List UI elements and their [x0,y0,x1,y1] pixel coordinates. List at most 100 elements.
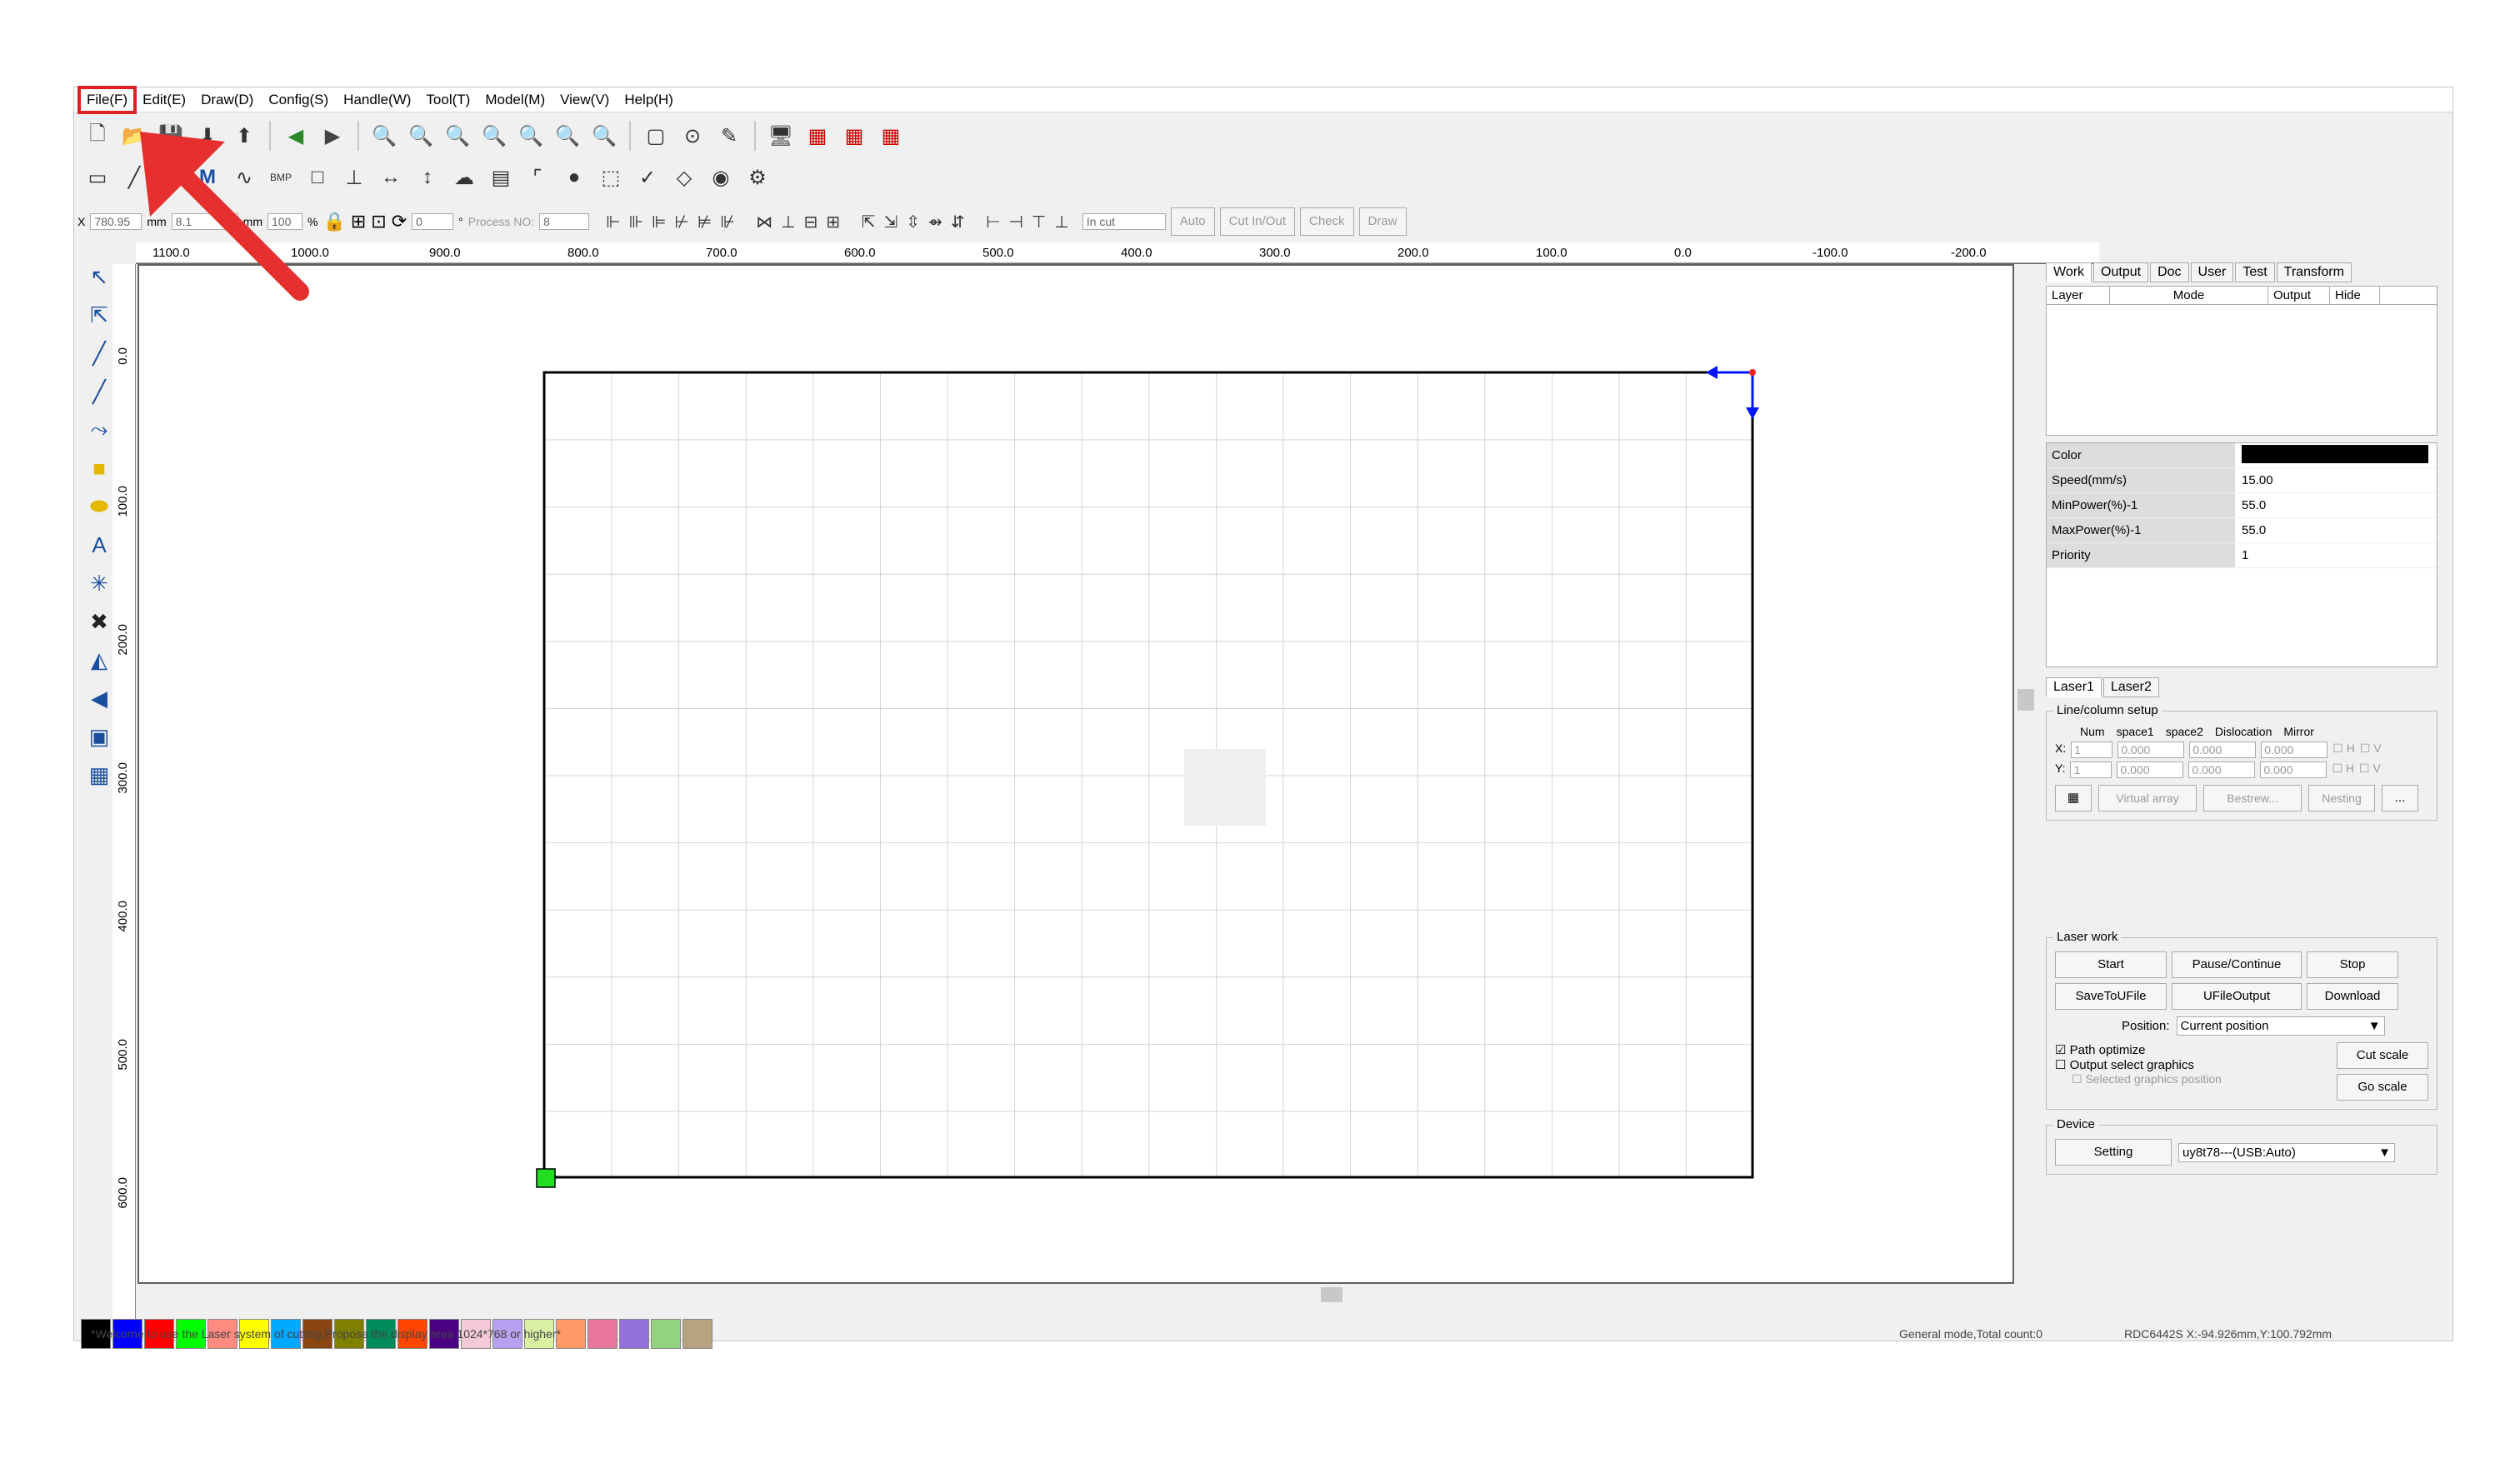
doc-icon[interactable]: ▤ [484,161,518,194]
prop-value[interactable]: 55.0 [2235,523,2266,537]
prop-value[interactable]: 1 [2235,548,2248,562]
mirror-v-icon[interactable]: ◀ [82,682,116,714]
zoom-out-icon[interactable]: 🔍 [441,119,474,152]
color-value[interactable] [2235,444,2428,467]
more-button[interactable]: ... [2382,785,2418,811]
text-tool-icon[interactable]: A [82,529,116,561]
virtual-array-button[interactable]: Virtual array [2098,785,2197,811]
polyline-icon[interactable]: ╱ [82,376,116,407]
mirror-h-icon[interactable]: ◭ [82,644,116,676]
position-select[interactable]: Current position ▼ [2176,1016,2385,1036]
laser-icon[interactable]: ▭ [81,161,114,194]
tab-doc[interactable]: Doc [2150,262,2189,282]
pause-continue-button[interactable]: Pause/Continue [2172,951,2302,978]
mirror-v-checkbox[interactable]: ☐ V [2360,741,2382,758]
check-button[interactable]: Check [1300,207,1354,236]
array-icon[interactable]: ▦ [82,759,116,791]
path-icon[interactable]: ✎ [712,119,746,152]
auto-button[interactable]: Auto [1170,207,1215,236]
select-arrow-icon[interactable]: ↖ [82,261,116,292]
device-select[interactable]: uy8t78---(USB:Auto) ▼ [2178,1142,2395,1162]
zoom-page-icon[interactable]: 🔍 [478,119,511,152]
download-button[interactable]: Download [2307,983,2398,1010]
menu-draw[interactable]: Draw(D) [193,87,261,112]
image-icon[interactable]: ▣ [82,721,116,752]
menu-help[interactable]: Help(H) [617,87,681,112]
star-icon[interactable]: ✳ [82,567,116,599]
prop-value[interactable]: 15.00 [2235,473,2273,487]
ellipse-icon[interactable]: ⬬ [82,491,116,522]
align-2-icon[interactable]: ▦ [838,119,871,152]
scroll-thumb[interactable] [2018,689,2034,711]
frame-icon[interactable]: ▢ [639,119,672,152]
device-setting-button[interactable]: Setting [2055,1139,2172,1166]
sphere-icon[interactable]: ● [558,161,591,194]
line-icon[interactable]: ╱ [82,337,116,369]
lock-icon[interactable]: 🔒 [322,211,345,232]
menu-handle[interactable]: Handle(W) [336,87,418,112]
bestrew-button[interactable]: Bestrew... [2203,785,2302,811]
tab-laser1[interactable]: Laser1 [2046,677,2102,697]
nesting-button[interactable]: Nesting [2308,785,2375,811]
rectangle-icon[interactable]: ■ [82,452,116,484]
curve-tool-icon[interactable]: ⤳ [82,414,116,446]
check-icon[interactable]: ✓ [631,161,664,194]
prop-value[interactable]: 55.0 [2235,498,2266,512]
scroll-thumb[interactable] [1321,1287,1342,1302]
canvas-horizontal-scrollbar[interactable] [138,1286,2036,1304]
diamond-icon[interactable]: ◇ [668,161,701,194]
grid-icon[interactable]: ⊞ [351,211,366,232]
lc-field[interactable]: 1 [2070,761,2112,778]
node-edit-icon[interactable]: ⇱ [82,299,116,331]
start-button[interactable]: Start [2055,951,2167,978]
lc-field[interactable]: 0.000 [2260,761,2328,778]
tab-output[interactable]: Output [2093,262,2149,282]
menu-edit[interactable]: Edit(E) [135,87,193,112]
zoom-select-icon[interactable]: 🔍 [514,119,548,152]
delete-icon[interactable]: ✖ [82,606,116,637]
lc-field[interactable]: 0.000 [2189,741,2257,758]
node-icon[interactable]: ⊙ [676,119,709,152]
menu-view[interactable]: View(V) [552,87,617,112]
ufile-output-button[interactable]: UFileOutput [2172,983,2302,1010]
angle-field[interactable]: 0 [412,213,454,230]
stop-button[interactable]: Stop [2307,951,2398,978]
zoom-in-icon[interactable]: 🔍 [404,119,438,152]
lc-field[interactable]: 0.000 [2117,761,2184,778]
save-to-ufile-button[interactable]: SaveToUFile [2055,983,2167,1010]
tree-icon[interactable]: ⊥ [338,161,371,194]
cut-mode-select[interactable]: In cut [1082,213,1166,230]
measure-h-icon[interactable]: ↔ [374,161,408,194]
redo-icon[interactable]: ▶ [316,119,349,152]
eye-icon[interactable]: ◉ [704,161,738,194]
select-rect-icon[interactable]: ⬚ [594,161,628,194]
cut-scale-button[interactable]: Cut scale [2337,1042,2428,1069]
menu-config[interactable]: Config(S) [261,87,336,112]
resize-icon[interactable]: ⊡ [371,211,386,232]
output-select-checkbox[interactable]: ☐ Output select graphics [2055,1057,2222,1072]
zoom-pan-icon[interactable]: 🔍 [368,119,401,152]
align-3-icon[interactable]: ▦ [874,119,908,152]
rotate-icon[interactable]: ⟳ [392,211,407,232]
new-file-icon[interactable]: 🗋 [81,119,114,152]
draw-button[interactable]: Draw [1358,207,1407,236]
menu-file[interactable]: File(F) [77,85,138,114]
drawing-canvas[interactable] [138,264,2014,1284]
zoom-all-icon[interactable]: 🔍 [551,119,584,152]
tab-user[interactable]: User [2190,262,2234,282]
lc-field[interactable]: 0.000 [2188,761,2256,778]
tab-work[interactable]: Work [2046,262,2092,282]
tab-transform[interactable]: Transform [2276,262,2352,282]
lc-field[interactable]: 0.000 [2118,741,2185,758]
tab-laser2[interactable]: Laser2 [2102,677,2159,697]
selected-position-checkbox[interactable]: ☐ Selected graphics position [2055,1072,2222,1086]
monitor-icon[interactable]: 🖥 [764,119,798,152]
align-tools-icon[interactable]: ⊩⊪⊫⊬⊭⊮ ⋈⊥⊟⊞ ⇱⇲⇳⇴⇵ ⊢⊣⊤⊥ [606,212,1078,232]
path-optimize-checkbox[interactable]: ☑ Path optimize [2055,1042,2222,1057]
mirror-h-checkbox[interactable]: ☐ H [2332,741,2355,758]
corner-icon[interactable]: ⌜ [521,161,554,194]
gear-icon[interactable]: ⚙ [741,161,774,194]
menu-tool[interactable]: Tool(T) [418,87,478,112]
align-1-icon[interactable]: ▦ [801,119,834,152]
lc-field[interactable]: 1 [2071,741,2113,758]
